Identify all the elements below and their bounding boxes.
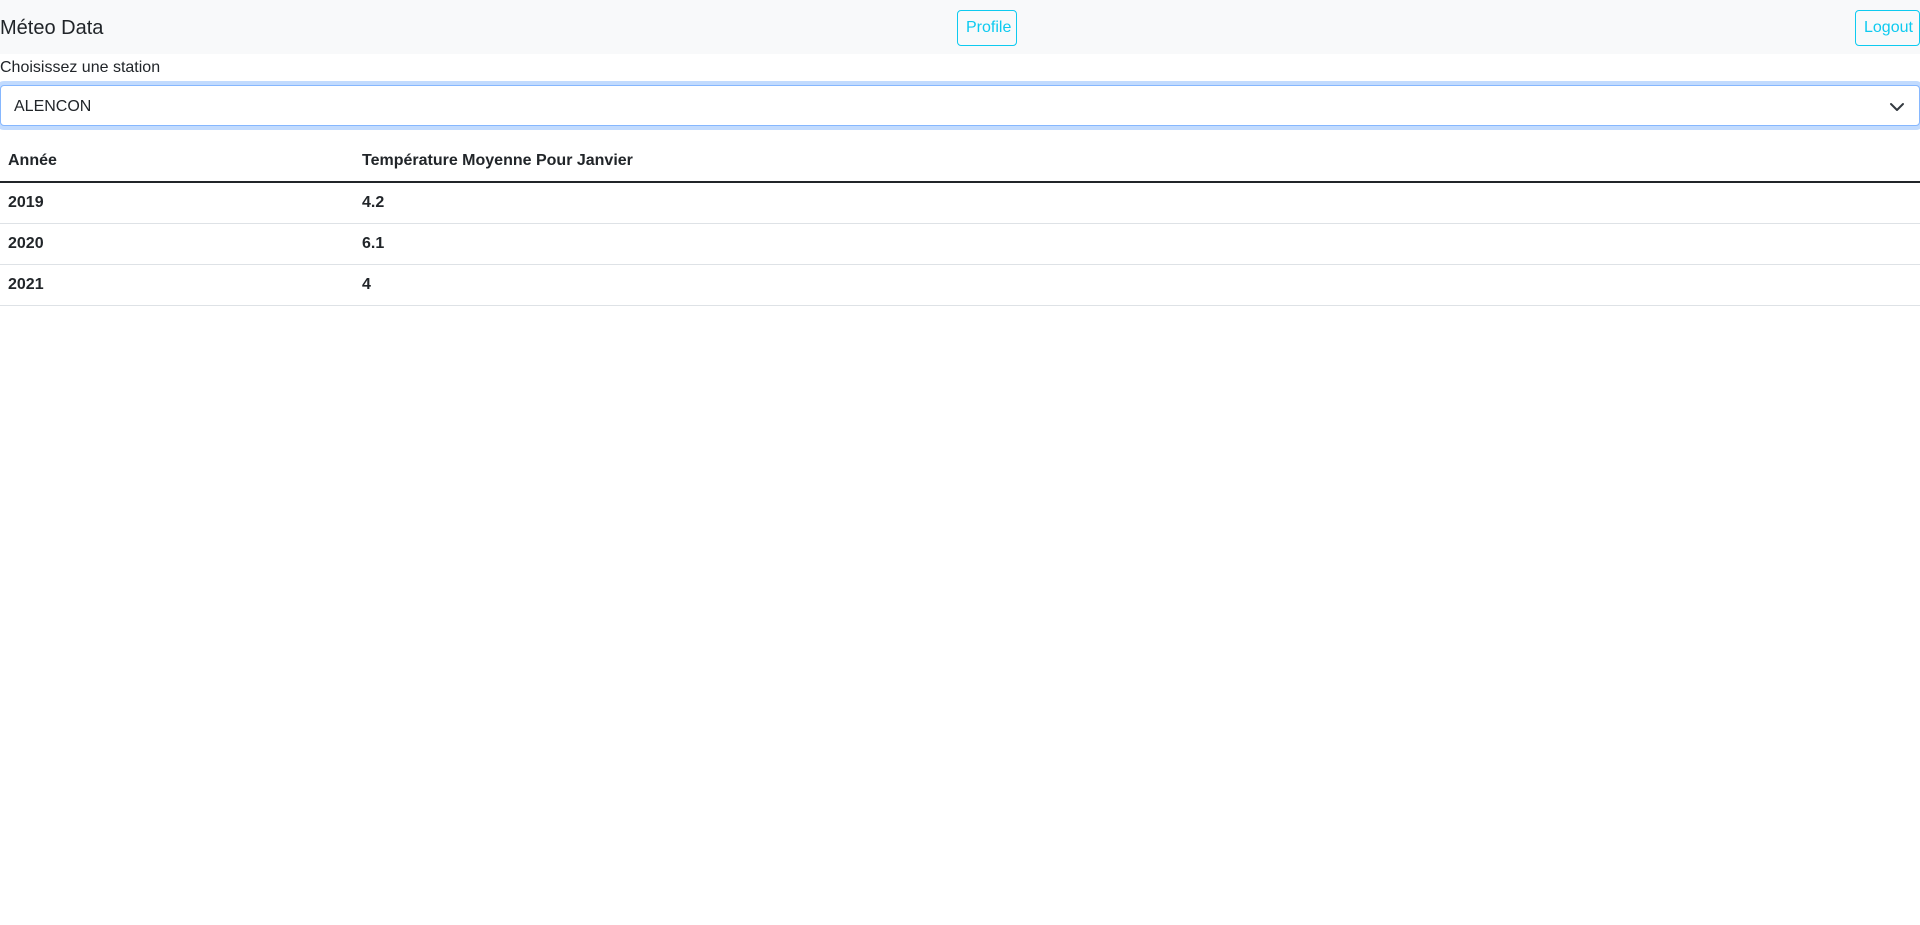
logout-button[interactable]: Logout [1855,10,1920,46]
table-row: 2020 6.1 [0,223,1920,265]
temperature-cell: 4 [354,264,1920,306]
brand-title[interactable]: Méteo Data [0,15,103,41]
table-header-row: Année Température Moyenne Pour Janvier [0,141,1920,183]
station-select[interactable]: ALENCON [0,85,1920,126]
temperature-cell: 4.2 [354,182,1920,224]
station-label: Choisissez une station [0,59,161,76]
year-cell: 2019 [0,182,354,224]
table-row: 2019 4.2 [0,182,1920,224]
temperature-table: Année Température Moyenne Pour Janvier 2… [0,141,1920,306]
station-selected-value: ALENCON [14,98,92,115]
year-cell: 2021 [0,264,354,306]
year-cell: 2020 [0,223,354,265]
temperature-cell: 6.1 [354,223,1920,265]
column-header-temperature: Température Moyenne Pour Janvier [354,141,1920,183]
navbar: Méteo Data Profile Logout [0,0,1920,54]
chevron-down-icon [1890,103,1904,111]
table-row: 2021 4 [0,264,1920,306]
profile-button[interactable]: Profile [957,10,1017,46]
column-header-year: Année [0,141,354,183]
